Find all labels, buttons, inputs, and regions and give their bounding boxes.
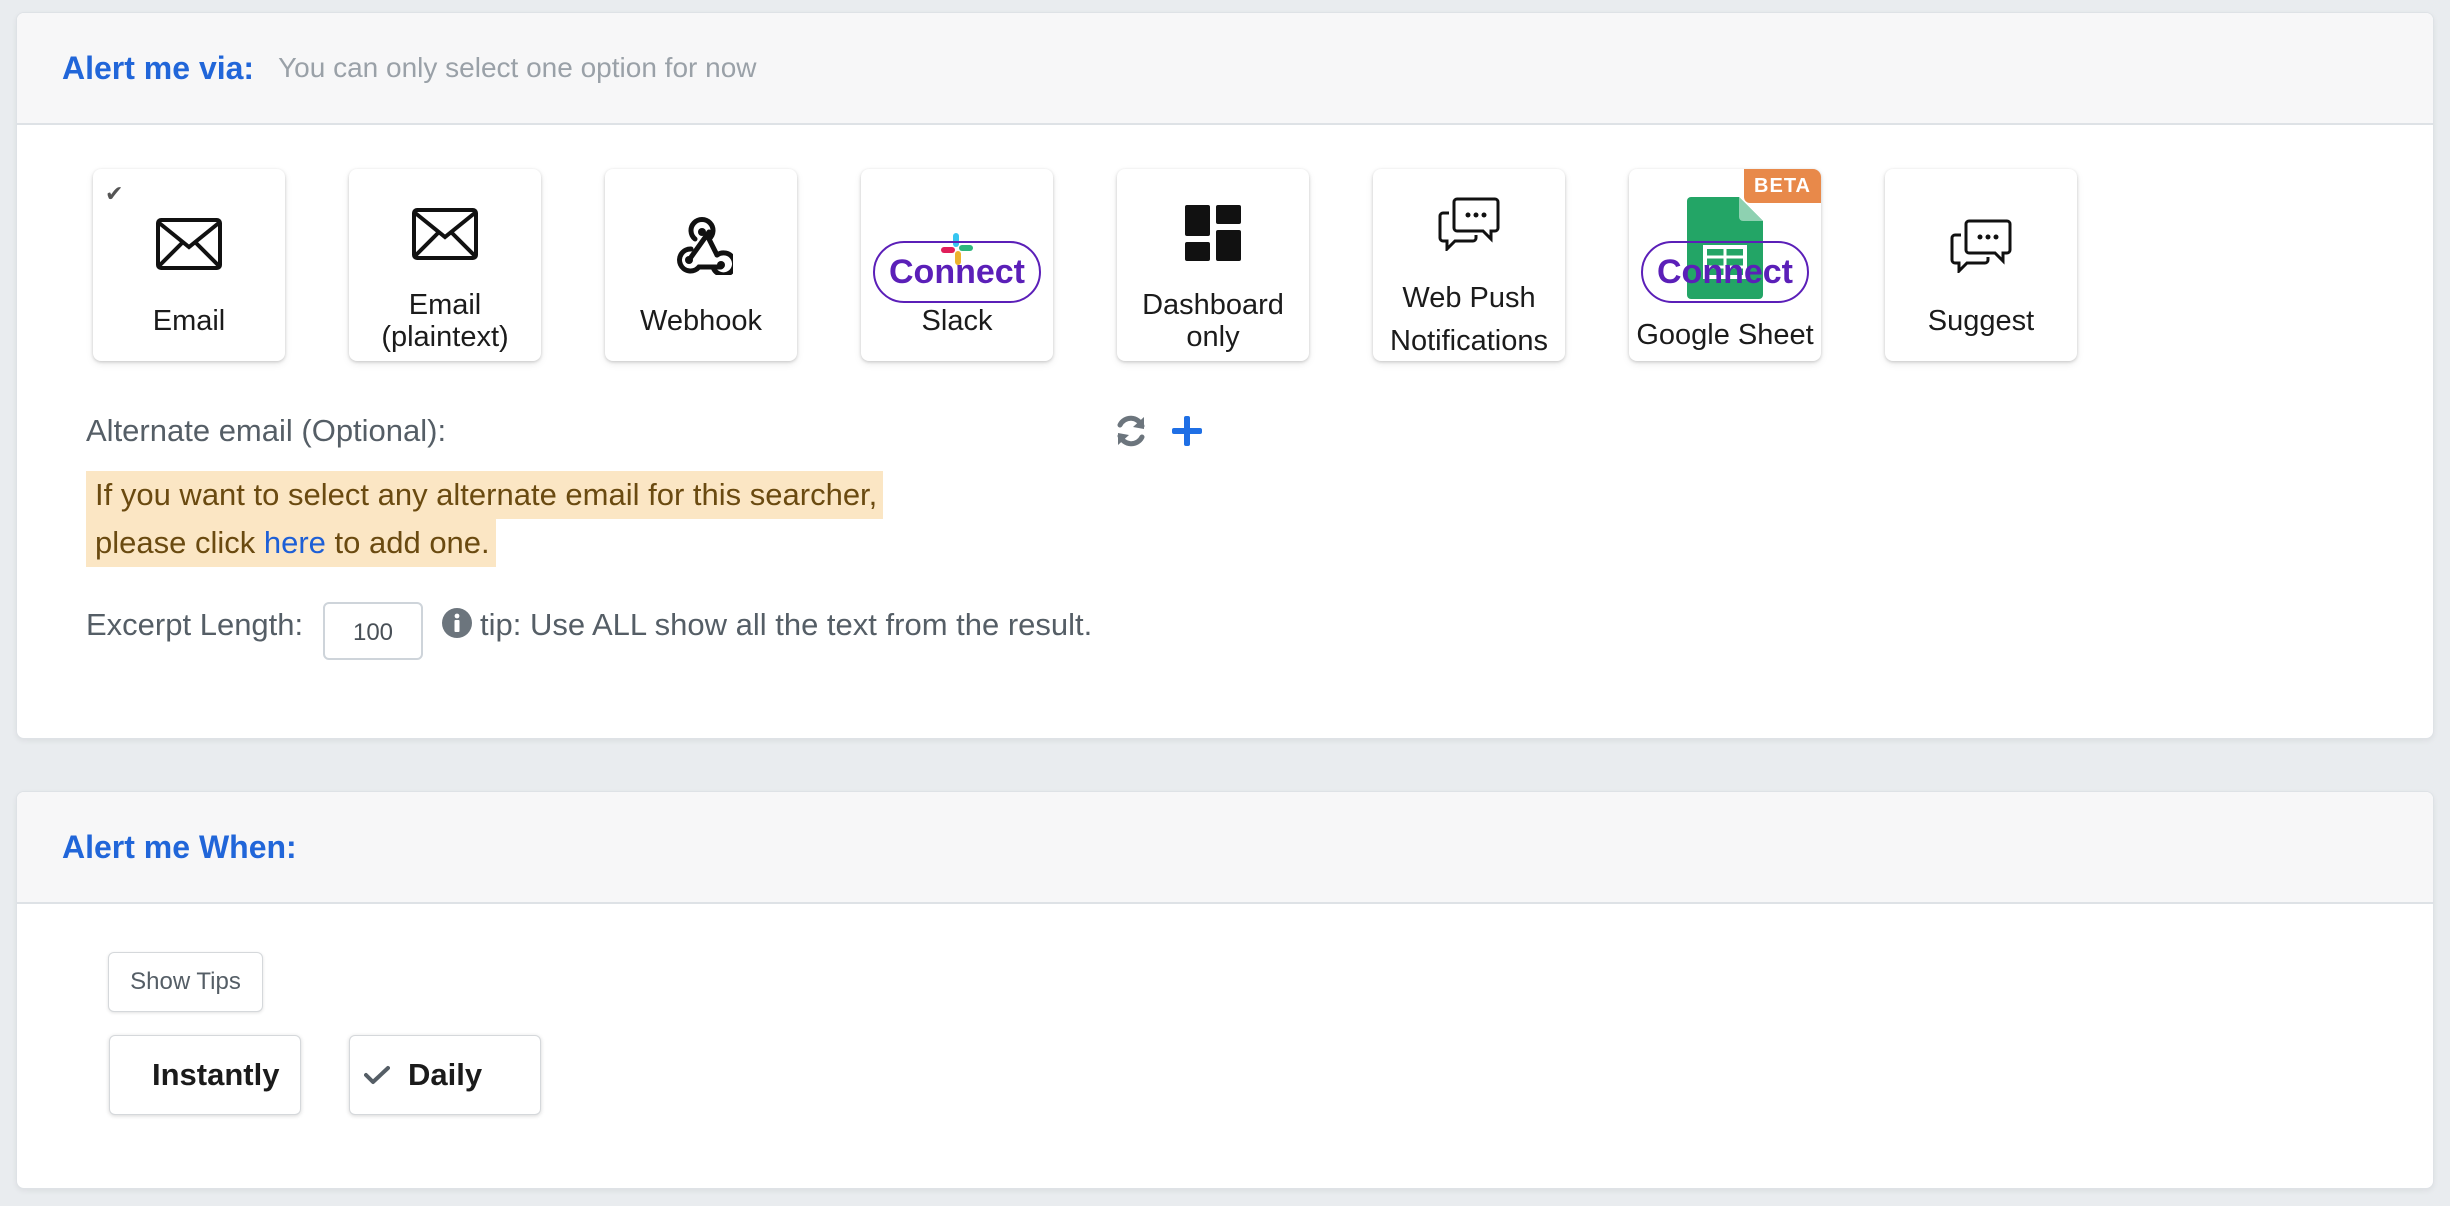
alert-when-header: Alert me When: [17, 792, 2433, 904]
alert-line-2: please click here to add one. [86, 519, 496, 567]
beta-badge: BETA [1744, 169, 1821, 203]
option-label: Dashboard only [1142, 289, 1284, 353]
add-email-plus-icon[interactable] [1165, 409, 1209, 453]
option-email-plaintext[interactable]: Email (plaintext) [349, 169, 541, 361]
excerpt-tip-text: tip: Use ALL show all the text from the … [480, 607, 1093, 642]
envelope-icon [93, 217, 285, 271]
alert-text-before: please click [95, 525, 264, 560]
alternate-email-alert: If you want to select any alternate emai… [86, 471, 884, 567]
frequency-label: Instantly [152, 1057, 280, 1092]
alert-when-card: Alert me When: Show Tips Instantly Daily [16, 791, 2434, 1189]
option-webhook[interactable]: Webhook [605, 169, 797, 361]
option-label: Web Push Notifications [1390, 282, 1548, 357]
slack-connect-button[interactable]: Connect [873, 241, 1041, 303]
excerpt-length-label: Excerpt Length: [86, 607, 304, 642]
frequency-instantly-button[interactable]: Instantly [109, 1035, 301, 1115]
option-label: Webhook [640, 305, 762, 337]
add-alternate-email-link[interactable]: here [264, 525, 326, 560]
option-email[interactable]: ✔ Email [93, 169, 285, 361]
option-dashboard-only[interactable]: Dashboard only [1117, 169, 1309, 361]
info-circle-icon [441, 607, 473, 639]
option-web-push-notifications[interactable]: Web Push Notifications [1373, 169, 1565, 361]
option-label: Slack [921, 305, 993, 337]
envelope-icon [349, 207, 541, 261]
alert-via-card: Alert me via: You can only select one op… [16, 12, 2434, 739]
alert-via-header: Alert me via: You can only select one op… [17, 13, 2433, 125]
dashboard-icon [1117, 203, 1309, 263]
refresh-icon[interactable] [1109, 409, 1153, 453]
option-label: Email [152, 305, 226, 337]
chat-bubbles-icon [1373, 195, 1565, 251]
show-tips-button[interactable]: Show Tips [108, 952, 263, 1012]
check-icon [364, 1057, 392, 1093]
option-suggest[interactable]: Suggest [1885, 169, 2077, 361]
option-label: Suggest [1927, 305, 2035, 337]
google-sheet-connect-button[interactable]: Connect [1641, 241, 1809, 303]
frequency-label: Daily [408, 1057, 483, 1092]
option-label: Email (plaintext) [381, 289, 509, 353]
selected-check-icon: ✔ [105, 181, 124, 206]
chat-bubbles-icon [1885, 217, 2077, 273]
alert-line-1: If you want to select any alternate emai… [86, 471, 884, 519]
option-slack[interactable]: Connect Slack [861, 169, 1053, 361]
alert-text-after: to add one. [325, 525, 490, 560]
alert-when-title: Alert me When: [62, 828, 297, 865]
excerpt-length-input[interactable] [323, 602, 423, 660]
option-label: Google Sheet [1636, 319, 1814, 351]
frequency-daily-button[interactable]: Daily [349, 1035, 541, 1115]
webhook-icon [605, 215, 797, 275]
alert-via-title: Alert me via: [62, 49, 255, 86]
alert-via-subtitle: You can only select one option for now [278, 52, 757, 83]
alternate-email-label: Alternate email (Optional): [86, 413, 447, 448]
option-google-sheet[interactable]: BETA Connect Google Sheet [1629, 169, 1821, 361]
